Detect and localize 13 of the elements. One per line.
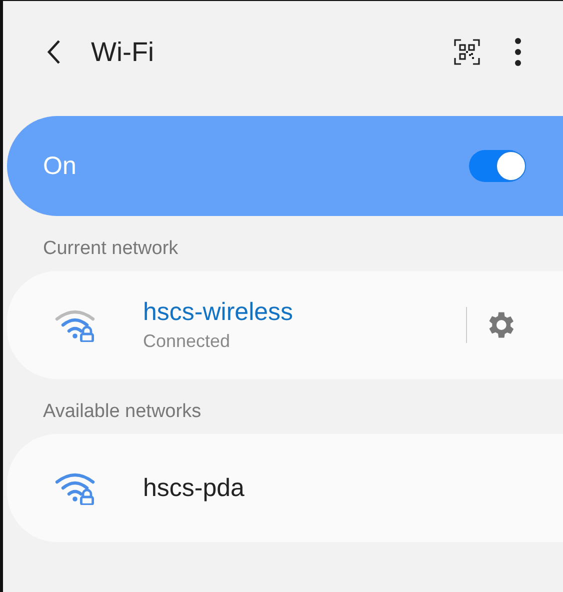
network-status: Connected xyxy=(143,331,232,352)
more-options-icon[interactable] xyxy=(514,37,522,67)
section-header: Available networks xyxy=(42,400,202,424)
wifi-lock-icon xyxy=(55,308,95,342)
toggle-switch[interactable] xyxy=(469,150,525,182)
network-name[interactable]: hscs-wireless xyxy=(143,298,466,327)
wifi-lock-icon xyxy=(55,471,95,505)
page-title: Wi-Fi xyxy=(91,36,155,68)
network-name[interactable]: hscs-pda xyxy=(143,474,563,502)
switch-label: On xyxy=(43,152,78,180)
section-header: Current network xyxy=(42,237,180,261)
qr-code-icon[interactable] xyxy=(454,39,480,65)
wifi-switch-bar[interactable]: On xyxy=(7,116,563,216)
